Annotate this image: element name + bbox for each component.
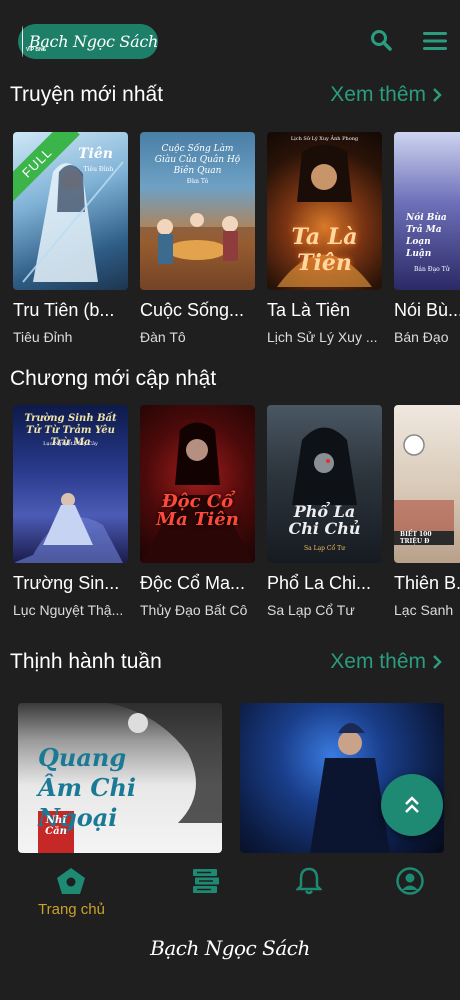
see-more-label: Xem thêm <box>330 83 426 106</box>
trending-card[interactable]: Quang Âm Chi Ngoại Nhĩ Căn <box>18 703 222 853</box>
story-title[interactable]: Nói Bù... <box>394 300 460 321</box>
story-title[interactable]: Tru Tiên (b... <box>13 300 128 321</box>
cover-title: Phổ La Chi Chủ <box>288 502 361 538</box>
logo-emblem-icon <box>22 26 23 57</box>
books-icon <box>193 869 219 893</box>
chapter-title[interactable]: Thiên B... <box>394 573 460 594</box>
story-card[interactable]: Ta Là Tiên Lịch Sử Lý Xuy Ảnh Phong Ta L… <box>267 132 382 345</box>
story-cover[interactable]: Ta Là Tiên Lịch Sử Lý Xuy Ảnh Phong <box>267 132 382 290</box>
story-card[interactable]: Cuộc Sống Làm Giàu Của Quân Hộ Biên Quan… <box>140 132 255 345</box>
story-cover[interactable]: Cuộc Sống Làm Giàu Của Quân Hộ Biên Quan… <box>140 132 255 290</box>
scroll-to-top-button[interactable] <box>381 774 443 836</box>
logo-subtext: VIP BNS <box>26 47 46 53</box>
chapter-card[interactable]: BIẾT 100 TRIỆU Đ Thiên B... Lạc Sanh <box>394 405 460 618</box>
new-chapters-row[interactable]: Trường Sinh Bất Tử Từ Trảm Yêu Trừ Ma Lụ… <box>0 405 460 645</box>
section-title-weekly-trending: Thịnh hành tuần <box>10 650 162 673</box>
chapter-cover[interactable]: Phổ La Chi Chủ Sa Lạp Cổ Tư <box>267 405 382 563</box>
chapter-card[interactable]: Phổ La Chi Chủ Sa Lạp Cổ Tư Phổ La Chi..… <box>267 405 382 618</box>
cover-author: Lục Nguyệt Thấy Cây <box>43 441 98 447</box>
nav-item-library[interactable] <box>191 867 221 895</box>
cover-title: Tiên <box>78 146 113 162</box>
logo-text: Bạch Ngọc Sách <box>28 32 158 51</box>
chevron-right-icon <box>433 88 442 102</box>
chapter-author: Sa Lạp Cổ Tư <box>267 602 355 618</box>
cover-author: Bán Đạo Tử <box>414 266 450 273</box>
cover-title: Cuộc Sống Làm Giàu Của Quân Hộ Biên Quan <box>154 144 241 176</box>
search-icon[interactable] <box>370 29 392 56</box>
nav-home-label: Trang chủ <box>38 901 105 918</box>
chapter-author: Lạc Sanh <box>394 602 454 618</box>
story-author: Tiêu Đỉnh <box>13 329 73 345</box>
chapter-title[interactable]: Trường Sin... <box>13 573 128 594</box>
story-author: Lịch Sử Lý Xuy ... <box>267 329 378 345</box>
cover-title: Ta Là Tiên <box>291 224 358 276</box>
chapter-author: Lục Nguyệt Thậ... <box>13 602 124 618</box>
see-more-label: Xem thêm <box>330 650 426 673</box>
app-logo[interactable]: VIP BNS Bạch Ngọc Sách <box>18 24 158 59</box>
cover-title: Độc Cổ Ma Tiên <box>156 491 239 530</box>
home-icon <box>57 868 86 894</box>
chapter-author: Thủy Đạo Bất Cô <box>140 602 248 618</box>
cover-author: Đàn Tô <box>186 178 209 185</box>
new-stories-row[interactable]: FULL Tiên Tiêu Đỉnh Tru Tiên (b... Tiêu … <box>0 132 460 372</box>
nav-item-profile[interactable] <box>396 867 424 895</box>
story-title[interactable]: Cuộc Sống... <box>140 300 255 321</box>
cover-title: BIẾT 100 TRIỆU Đ <box>394 531 454 545</box>
chapter-card[interactable]: Độc Cổ Ma Tiên Độc Cổ Ma... Thủy Đạo Bất… <box>140 405 255 618</box>
chevron-right-icon <box>433 655 442 669</box>
chapter-title[interactable]: Phổ La Chi... <box>267 573 382 594</box>
nav-item-home[interactable]: Trang chủ <box>38 867 105 918</box>
chapter-cover[interactable]: BIẾT 100 TRIỆU Đ <box>394 405 460 563</box>
story-author: Đàn Tô <box>140 329 186 345</box>
cover-title: Nói Bùa Trả Ma Loạn Luận <box>406 213 447 259</box>
story-card[interactable]: FULL Tiên Tiêu Đỉnh Tru Tiên (b... Tiêu … <box>13 132 128 345</box>
chapter-card[interactable]: Trường Sinh Bất Tử Từ Trảm Yêu Trừ Ma Lụ… <box>13 405 128 618</box>
story-cover[interactable]: Nói Bùa Trả Ma Loạn Luận Bán Đạo Tử <box>394 132 460 290</box>
story-cover[interactable]: FULL Tiên Tiêu Đỉnh <box>13 132 128 290</box>
app-header: VIP BNS Bạch Ngọc Sách <box>0 0 460 72</box>
section-title-new-stories: Truyện mới nhất <box>10 83 164 106</box>
bell-icon <box>296 867 322 895</box>
nav-item-notifications[interactable] <box>296 867 322 895</box>
hamburger-menu-icon[interactable] <box>423 31 447 56</box>
see-more-new-stories-link[interactable]: Xem thêm <box>330 83 442 107</box>
chapter-cover[interactable]: Trường Sinh Bất Tử Từ Trảm Yêu Trừ Ma Lụ… <box>13 405 128 563</box>
story-author: Bán Đạo <box>394 329 449 345</box>
see-more-weekly-trending-link[interactable]: Xem thêm <box>330 650 442 674</box>
section-title-new-chapters: Chương mới cập nhật <box>10 367 217 390</box>
chapter-cover[interactable]: Độc Cổ Ma Tiên <box>140 405 255 563</box>
trending-cover-author: Nhĩ Căn <box>45 815 67 837</box>
cover-author: Sa Lạp Cổ Tư <box>304 545 345 552</box>
double-chevron-up-icon <box>405 796 419 813</box>
bottom-navigation: Trang chủ Bạch Ngọc Sách <box>0 853 460 1000</box>
footer-brand-logo: Bạch Ngọc Sách <box>150 936 310 960</box>
cover-author: Tiêu Đỉnh <box>83 166 114 173</box>
cover-author: Lịch Sử Lý Xuy Ảnh Phong <box>290 136 359 142</box>
user-icon <box>396 867 424 895</box>
chapter-title[interactable]: Độc Cổ Ma... <box>140 573 255 594</box>
story-title[interactable]: Ta Là Tiên <box>267 300 382 321</box>
story-card[interactable]: Nói Bùa Trả Ma Loạn Luận Bán Đạo Tử Nói … <box>394 132 460 345</box>
